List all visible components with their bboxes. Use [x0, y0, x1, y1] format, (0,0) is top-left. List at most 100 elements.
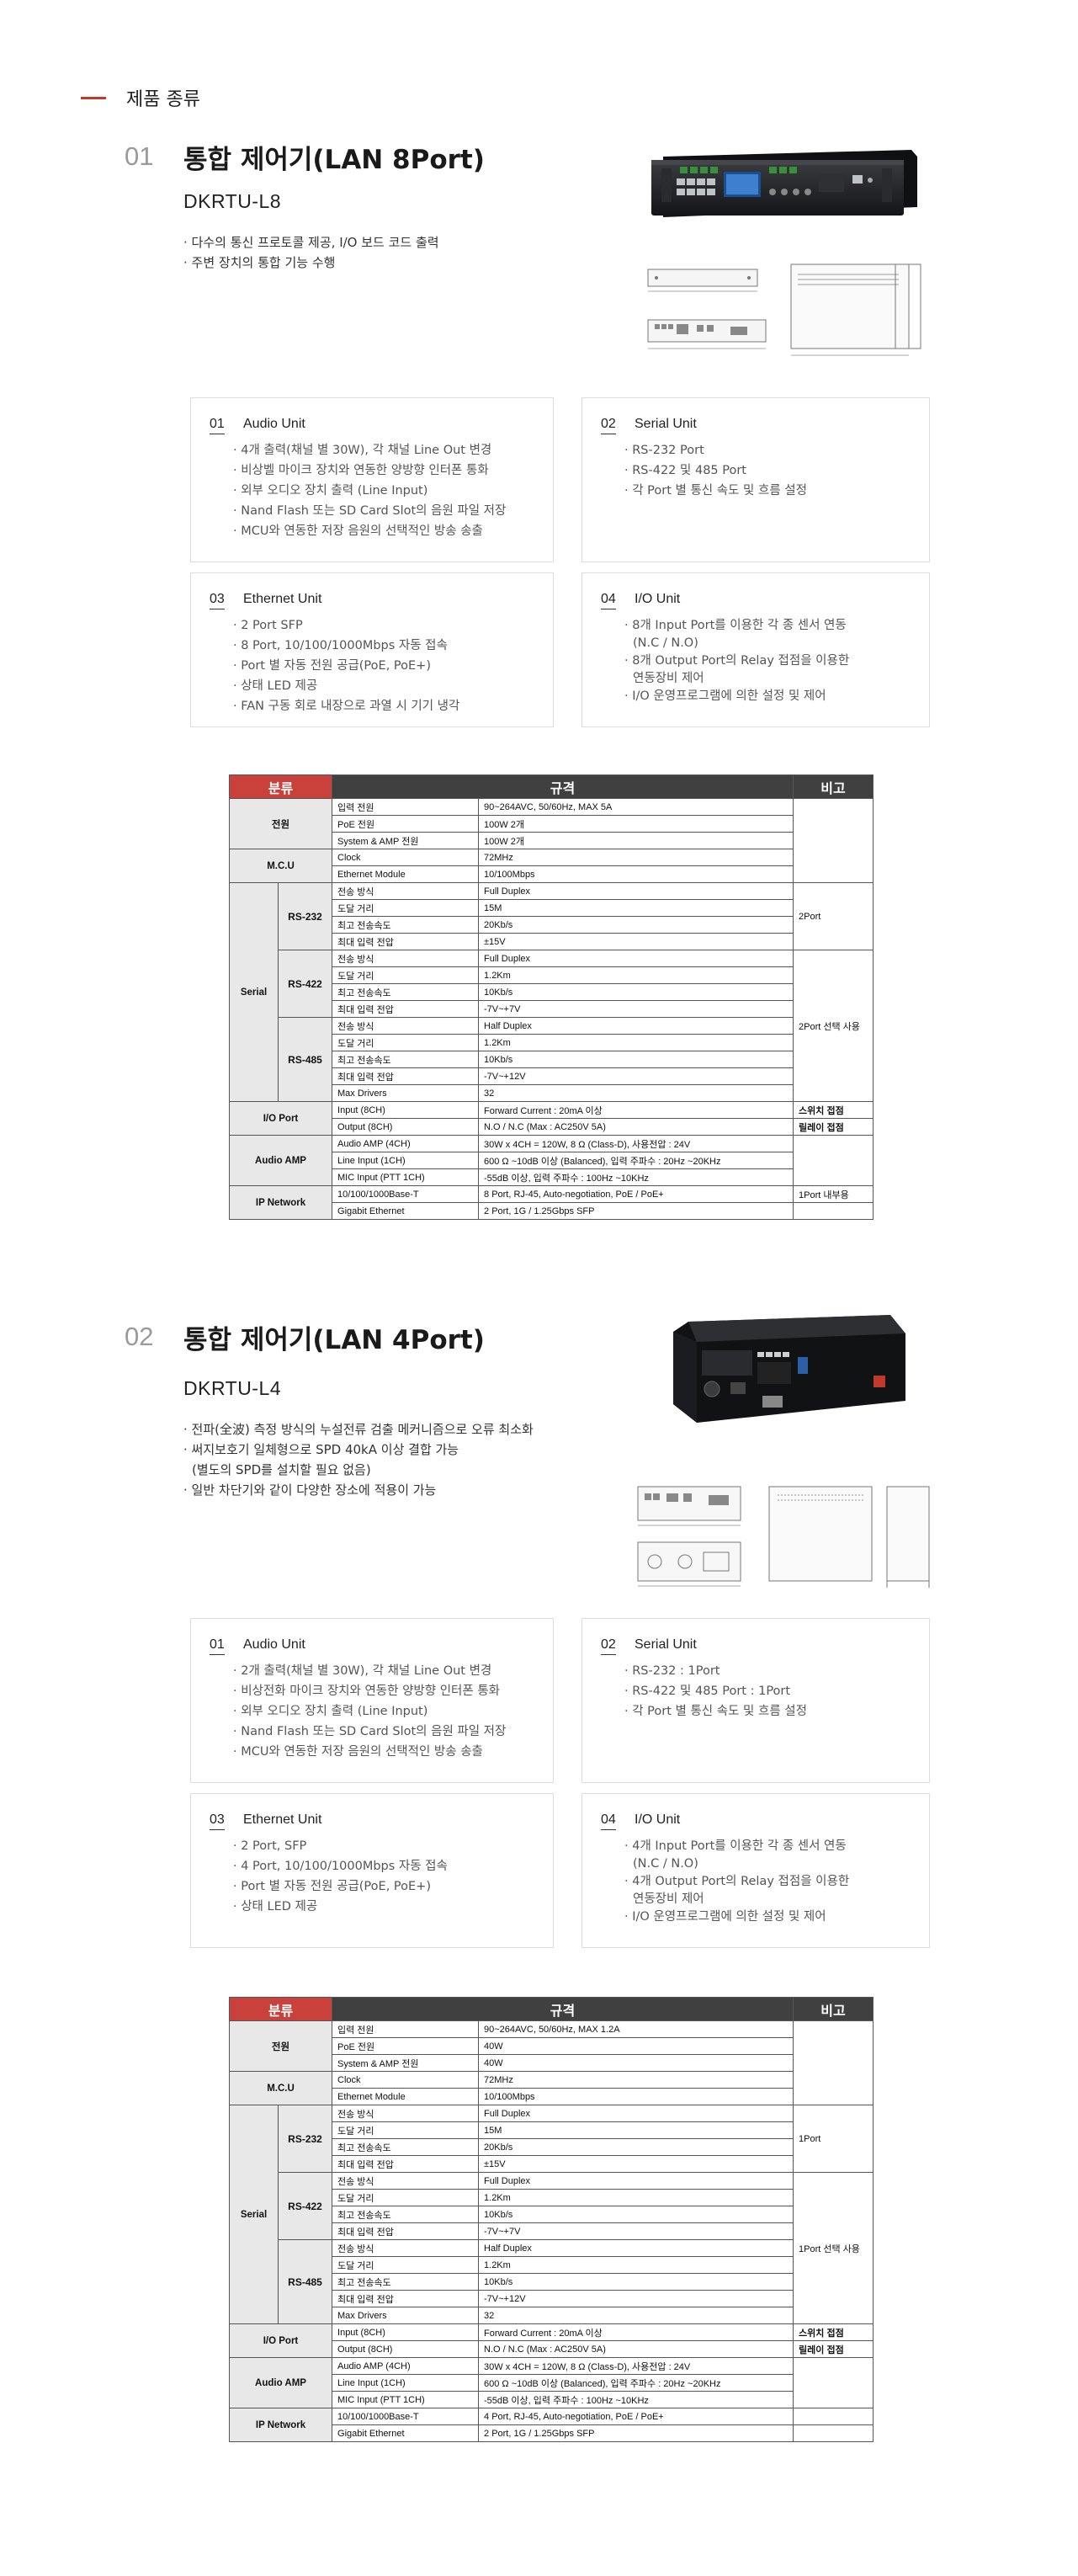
card-item: 4개 출력(채널 별 30W), 각 채널 Line Out 변경 — [233, 440, 506, 460]
card-items: 2 Port, SFP 4 Port, 10/100/1000Mbps 자동 접… — [233, 1836, 448, 1917]
feature-card-serial: 02 Serial Unit RS-232 Port RS-422 및 485 … — [581, 397, 930, 562]
card-item: 4개 Input Port를 이용한 각 종 센서 연동 — [624, 1836, 849, 1856]
card-items: 4개 출력(채널 별 30W), 각 채널 Line Out 변경 비상벨 마이… — [233, 440, 506, 541]
card-number: 02 — [601, 1637, 616, 1655]
card-title: Audio Unit — [243, 1637, 305, 1652]
card-number: 02 — [601, 417, 616, 434]
product-number: 01 — [125, 141, 154, 171]
card-items: 8개 Input Port를 이용한 각 종 센서 연동 (N.C / N.O)… — [624, 615, 849, 706]
card-items: 4개 Input Port를 이용한 각 종 센서 연동 (N.C / N.O)… — [624, 1836, 849, 1927]
table-row: I/O Port Input (8CH) Forward Current : 2… — [228, 1101, 874, 1136]
card-item: 8 Port, 10/100/1000Mbps 자동 접속 — [233, 636, 459, 656]
table-header: 분류 — [228, 1997, 333, 2021]
bullet-item: 전파(全波) 측정 방식의 누설전류 검출 메커니즘으로 오류 최소화 — [183, 1419, 534, 1440]
product-bullets: 전파(全波) 측정 방식의 누설전류 검출 메커니즘으로 오류 최소화 써지보호… — [183, 1419, 534, 1500]
card-item: Port 별 자동 전원 공급(PoE, PoE+) — [233, 1876, 448, 1897]
card-number: 01 — [210, 1637, 225, 1655]
table-header: 규격 — [332, 774, 794, 799]
card-item: 8개 Output Port의 Relay 접점을 이용한 — [624, 651, 849, 671]
card-title: I/O Unit — [635, 1812, 681, 1827]
table-row: Audio AMP Audio AMP (4CH) 30W x 4CH = 12… — [228, 1135, 874, 1186]
feature-card-ethernet: 03 Ethernet Unit 2 Port, SFP 4 Port, 10/… — [190, 1793, 554, 1948]
feature-card-ethernet: 03 Ethernet Unit 2 Port SFP 8 Port, 10/1… — [190, 572, 554, 727]
card-item: 각 Port 별 통신 속도 및 흐름 설정 — [624, 1701, 807, 1722]
table-row: Serial RS-232 전송 방식 Full Duplex 1Port — [229, 2105, 874, 2324]
product-bullets: 다수의 통신 프로토콜 제공, I/O 보드 코드 출력 주변 장치의 통합 기… — [183, 232, 439, 273]
bullet-item: 일반 차단기와 같이 다양한 장소에 적용이 가능 — [183, 1480, 534, 1500]
spec-table: 분류 규격 비고 전원 입력 전원 90~264AVC, 50/60Hz, MA… — [228, 774, 874, 1220]
card-items: RS-232 : 1Port RS-422 및 485 Port : 1Port… — [624, 1661, 807, 1722]
feature-card-audio: 01 Audio Unit 4개 출력(채널 별 30W), 각 채널 Line… — [190, 397, 554, 562]
accent-bar — [81, 96, 106, 99]
product-model: DKRTU-L8 — [183, 190, 282, 212]
bullet-item: 써지보호기 일체형으로 SPD 40kA 이상 결합 가능 — [183, 1440, 534, 1460]
section-heading: 제품 종류 — [81, 84, 200, 111]
bullet-item: (별도의 SPD를 설치할 필요 없음) — [192, 1462, 371, 1477]
card-item: FAN 구동 회로 내장으로 과열 시 기기 냉각 — [233, 696, 459, 716]
card-item: RS-232 Port — [624, 440, 807, 460]
card-title: Ethernet Unit — [243, 1812, 322, 1827]
table-row: M.C.U Clock 72MHz — [228, 849, 874, 883]
card-item: 비상벨 마이크 장치와 연동한 양방향 인터폰 통화 — [233, 460, 506, 481]
card-item: RS-422 및 485 Port : 1Port — [624, 1681, 807, 1701]
product-photo-desktop-4port — [663, 1313, 907, 1431]
card-item: 외부 오디오 장치 출력 (Line Input) — [233, 1701, 506, 1722]
feature-card-serial: 02 Serial Unit RS-232 : 1Port RS-422 및 4… — [581, 1618, 930, 1783]
product-photo-rack-8port — [646, 141, 920, 226]
card-item: MCU와 연동한 저장 음원의 선택적인 방송 송출 — [233, 1742, 506, 1762]
table-row: RS-422 전송 방식 Full Duplex 2Port 선택 사용 — [230, 950, 874, 1102]
card-number: 01 — [210, 417, 225, 434]
card-item: Port 별 자동 전원 공급(PoE, PoE+) — [233, 656, 459, 676]
card-item: 외부 오디오 장치 출력 (Line Input) — [233, 481, 506, 501]
card-item: 8개 Input Port를 이용한 각 종 센서 연동 — [624, 615, 849, 636]
product-drawings-8port — [646, 261, 924, 362]
table-header: 비고 — [793, 1997, 874, 2021]
card-title: I/O Unit — [635, 592, 681, 606]
card-item: 2 Port SFP — [233, 615, 459, 636]
product-number: 02 — [125, 1322, 154, 1351]
table-row: 전원 입력 전원 90~264AVC, 50/60Hz, MAX 5A — [228, 798, 874, 883]
card-title: Serial Unit — [635, 417, 697, 431]
card-item: 연동장비 제어 — [633, 1892, 704, 1906]
table-header: 비고 — [793, 774, 874, 799]
card-item: 연동장비 제어 — [633, 672, 704, 685]
card-item: 상태 LED 제공 — [233, 676, 459, 696]
card-item: RS-232 : 1Port — [624, 1661, 807, 1681]
product-drawings-4port — [633, 1482, 936, 1591]
table-row: M.C.U Clock 72MHz — [228, 2071, 874, 2105]
card-item: 4 Port, 10/100/1000Mbps 자동 접속 — [233, 1856, 448, 1876]
card-title: Serial Unit — [635, 1637, 697, 1652]
card-items: 2개 출력(채널 별 30W), 각 채널 Line Out 변경 비상전화 마… — [233, 1661, 506, 1762]
table-row: RS-485 전송 방식 Half Duplex — [230, 2239, 874, 2324]
product-title: 통합 제어기(LAN 8Port) — [183, 145, 485, 175]
feature-card-io: 04 I/O Unit 8개 Input Port를 이용한 각 종 센서 연동… — [581, 572, 930, 727]
table-row: I/O Port Input (8CH) Forward Current : 2… — [228, 2323, 874, 2358]
card-item: I/O 운영프로그램에 의한 설정 및 제어 — [624, 686, 849, 706]
feature-card-audio: 01 Audio Unit 2개 출력(채널 별 30W), 각 채널 Line… — [190, 1618, 554, 1783]
table-row: RS-485 전송 방식 Half Duplex — [230, 1017, 874, 1102]
card-item: 상태 LED 제공 — [233, 1897, 448, 1917]
table-row: IP Network 10/100/1000Base-T 8 Port, RJ-… — [228, 1185, 874, 1220]
card-item: (N.C / N.O) — [633, 1857, 698, 1871]
card-number: 04 — [601, 592, 616, 609]
table-row: Serial RS-232 전송 방식 Full Duplex 2Port — [229, 882, 874, 1102]
table-row: IP Network 10/100/1000Base-T 4 Port, RJ-… — [228, 2408, 874, 2442]
card-items: RS-232 Port RS-422 및 485 Port 각 Port 별 통… — [624, 440, 807, 501]
card-item: MCU와 연동한 저장 음원의 선택적인 방송 송출 — [233, 521, 506, 541]
card-item: 4개 Output Port의 Relay 접점을 이용한 — [624, 1871, 849, 1892]
card-title: Ethernet Unit — [243, 592, 322, 606]
card-title: Audio Unit — [243, 417, 305, 431]
card-item: 비상전화 마이크 장치와 연동한 양방향 인터폰 통화 — [233, 1681, 506, 1701]
bullet-item: 다수의 통신 프로토콜 제공, I/O 보드 코드 출력 — [183, 232, 439, 253]
card-item: I/O 운영프로그램에 의한 설정 및 제어 — [624, 1907, 849, 1927]
bullet-item: 주변 장치의 통합 기능 수행 — [183, 253, 439, 273]
card-item: Nand Flash 또는 SD Card Slot의 음원 파일 저장 — [233, 501, 506, 521]
card-number: 03 — [210, 592, 225, 609]
product-model: DKRTU-L4 — [183, 1377, 282, 1399]
product-title: 통합 제어기(LAN 4Port) — [183, 1325, 485, 1355]
card-item: (N.C / N.O) — [633, 636, 698, 650]
table-header: 규격 — [332, 1997, 794, 2021]
feature-card-io: 04 I/O Unit 4개 Input Port를 이용한 각 종 센서 연동… — [581, 1793, 930, 1948]
card-item: Nand Flash 또는 SD Card Slot의 음원 파일 저장 — [233, 1722, 506, 1742]
card-item: 2 Port, SFP — [233, 1836, 448, 1856]
